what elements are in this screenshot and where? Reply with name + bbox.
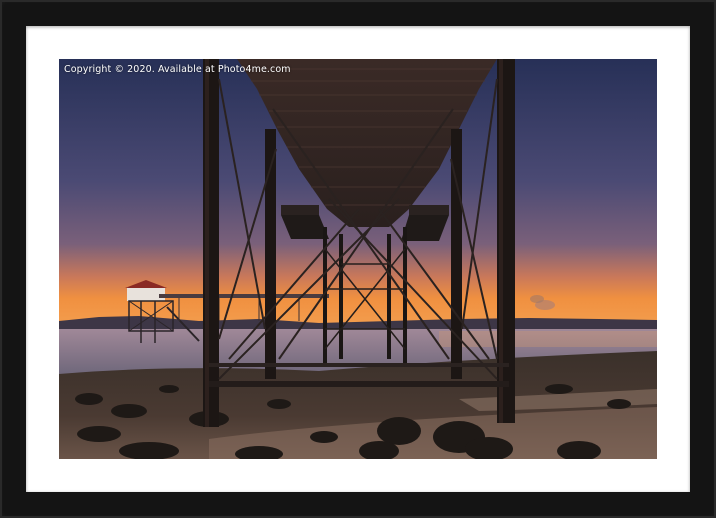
photo-print xyxy=(59,59,657,459)
picture-frame: Copyright © 2020. Available at Photo4me.… xyxy=(0,0,716,518)
pier-sunset-photo xyxy=(59,59,657,459)
pier-ledge-left xyxy=(281,205,319,215)
lower-cross-beam xyxy=(209,381,509,387)
copyright-watermark: Copyright © 2020. Available at Photo4me.… xyxy=(64,64,291,75)
pier-ledge-right xyxy=(409,205,449,215)
